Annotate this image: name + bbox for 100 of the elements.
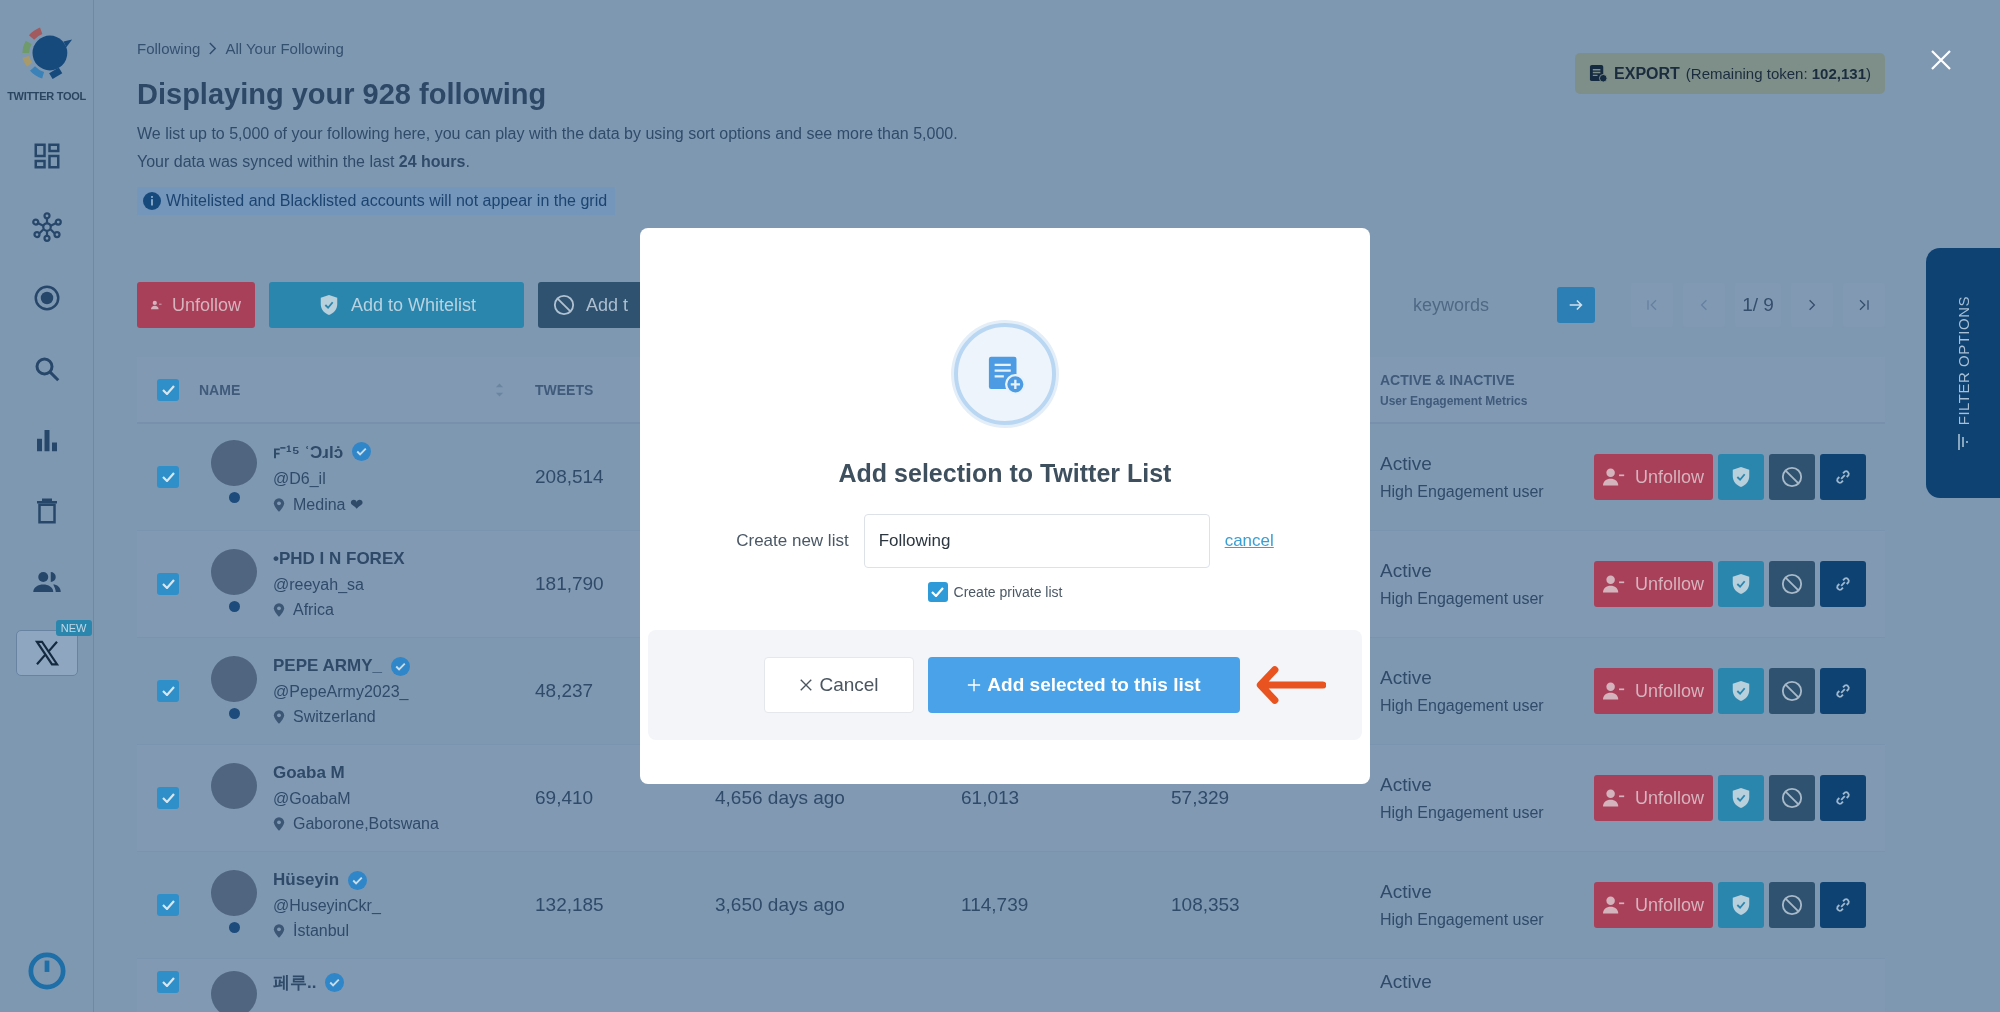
user-minus-icon	[1603, 787, 1625, 809]
checkmark-icon	[161, 384, 175, 395]
location-pin-icon	[273, 496, 285, 513]
checkmark-icon	[161, 977, 175, 987]
checkmark-icon	[161, 793, 175, 803]
ban-icon	[1781, 894, 1803, 916]
user-name[interactable]: 페루..	[273, 971, 317, 994]
row-checkbox[interactable]	[157, 466, 179, 488]
ban-button[interactable]	[1769, 882, 1815, 928]
document-icon	[1589, 64, 1609, 83]
page-title: Displaying your 928 following	[137, 78, 548, 111]
ban-button[interactable]	[1769, 561, 1815, 607]
row-checkbox[interactable]	[157, 971, 179, 993]
cancel-button[interactable]: Cancel	[764, 657, 914, 713]
unfollow-button[interactable]: Unfollow	[1594, 882, 1713, 928]
column-header: ACTIVE & INACTIVE	[1380, 371, 1516, 388]
status-text: Active	[1380, 453, 1433, 475]
status-text: Active	[1380, 971, 1433, 993]
export-button[interactable]: EXPORT (Remaining token: 102,131)	[1575, 53, 1885, 94]
brand-name: TWITTER TOOL	[7, 90, 86, 102]
status-text: Active	[1380, 774, 1433, 796]
shield-check-icon	[1730, 680, 1752, 702]
private-list-checkbox[interactable]	[927, 582, 948, 602]
whitelist-shield-button[interactable]	[1718, 668, 1764, 714]
row-checkbox[interactable]	[157, 894, 179, 916]
dialog-title: Add selection to Twitter List	[838, 459, 1172, 488]
user-handle: @D6_il	[273, 470, 327, 488]
user-location: Switzerland	[293, 708, 376, 726]
user-handle: @PepeArmy2023_	[273, 683, 410, 701]
unfollow-button[interactable]: Unfollow	[1594, 454, 1713, 500]
ban-button[interactable]	[1769, 454, 1815, 500]
engagement-text: High Engagement user	[1380, 483, 1545, 501]
whitelist-shield-button[interactable]	[1718, 454, 1764, 500]
breadcrumb-link[interactable]: Following	[137, 40, 201, 57]
whitelist-shield-button[interactable]	[1718, 775, 1764, 821]
user-minus-icon	[1603, 466, 1625, 488]
tweets-count: 48,237	[535, 680, 594, 701]
whitelist-button[interactable]: Add to Whitelist	[269, 282, 524, 328]
row-checkbox[interactable]	[157, 573, 179, 595]
list-name-field[interactable]: Following	[863, 514, 1210, 568]
breadcrumb-link[interactable]: All Your Following	[225, 40, 344, 57]
user-location: İstanbul	[293, 922, 350, 940]
table-cell: 108,353	[1171, 894, 1240, 915]
location-pin-icon	[273, 816, 285, 832]
link-button[interactable]	[1820, 882, 1866, 928]
shield-check-icon	[1730, 573, 1752, 595]
user-name[interactable]: Goaba M	[273, 763, 345, 783]
row-checkbox[interactable]	[157, 787, 179, 809]
shield-check-icon	[1730, 466, 1752, 488]
cancel-link[interactable]: cancel	[1224, 531, 1274, 551]
unfollow-button[interactable]: Unfollow	[1594, 668, 1713, 714]
close-icon	[799, 678, 814, 692]
pointer-arrow	[1254, 664, 1326, 706]
ban-button[interactable]	[1769, 775, 1815, 821]
close-icon[interactable]	[1929, 48, 1953, 72]
chevron-right-icon	[208, 42, 218, 55]
whitelist-shield-button[interactable]	[1718, 882, 1764, 928]
link-button[interactable]	[1820, 454, 1866, 500]
engagement-text: High Engagement user	[1380, 590, 1545, 608]
shield-check-icon	[1730, 787, 1752, 809]
link-button[interactable]	[1820, 775, 1866, 821]
link-button[interactable]	[1820, 561, 1866, 607]
column-header: TWEETS	[535, 381, 594, 398]
row-checkbox[interactable]	[157, 680, 179, 702]
engagement-text: High Engagement user	[1380, 697, 1545, 715]
user-name[interactable]: PEPE ARMY_	[273, 656, 382, 676]
ban-button[interactable]	[1769, 668, 1815, 714]
sidebar-x-button[interactable]	[15, 630, 78, 676]
search-submit-button[interactable]	[1557, 287, 1595, 323]
user-name[interactable]: Hüseyin	[273, 870, 340, 890]
tweets-count: 69,410	[535, 787, 594, 808]
unfollow-button[interactable]: Unfollow	[137, 282, 255, 328]
new-badge: NEW	[55, 620, 92, 636]
whitelist-shield-button[interactable]	[1718, 561, 1764, 607]
user-location: Medina ❤	[293, 495, 363, 514]
unfollow-button[interactable]: Unfollow	[1594, 775, 1713, 821]
user-handle: @reeyah_sa	[273, 576, 365, 594]
checkmark-icon	[161, 900, 175, 910]
user-minus-icon	[1603, 573, 1625, 595]
user-handle: @HuseyinCkr_	[273, 897, 381, 915]
checkmark-icon	[161, 579, 175, 589]
filter-options-tab[interactable]: FILTER OPTIONS	[1926, 248, 2000, 498]
checkmark-icon	[161, 686, 175, 696]
table-cell: 4,656 days ago	[715, 787, 845, 808]
user-minus-icon	[1603, 680, 1625, 702]
link-button[interactable]	[1820, 668, 1866, 714]
field-label: Create new list	[736, 531, 849, 551]
user-name[interactable]: ꜰ⁻¹⁵ ʿƆɹlɔ̇	[273, 440, 344, 463]
notice-text: Whitelisted and Blacklisted accounts will not appear in the grid	[166, 192, 608, 210]
unfollow-button[interactable]: Unfollow	[1594, 561, 1713, 607]
user-location: Gaborone,Botswana	[293, 815, 439, 833]
tweets-count: 181,790	[535, 573, 604, 594]
ban-icon	[1781, 787, 1803, 809]
add-selected-button[interactable]: Add selected to this list	[928, 657, 1240, 713]
power-icon[interactable]	[27, 952, 66, 990]
description-text: We list up to 5,000 of your following here, you can play with the data by using sort options and see more than 5,000.	[137, 125, 958, 143]
network-icon	[31, 212, 62, 242]
checkmark-icon	[931, 587, 945, 597]
user-name[interactable]: •PHD I N FOREX	[273, 549, 405, 569]
select-all-checkbox[interactable]	[157, 378, 179, 401]
